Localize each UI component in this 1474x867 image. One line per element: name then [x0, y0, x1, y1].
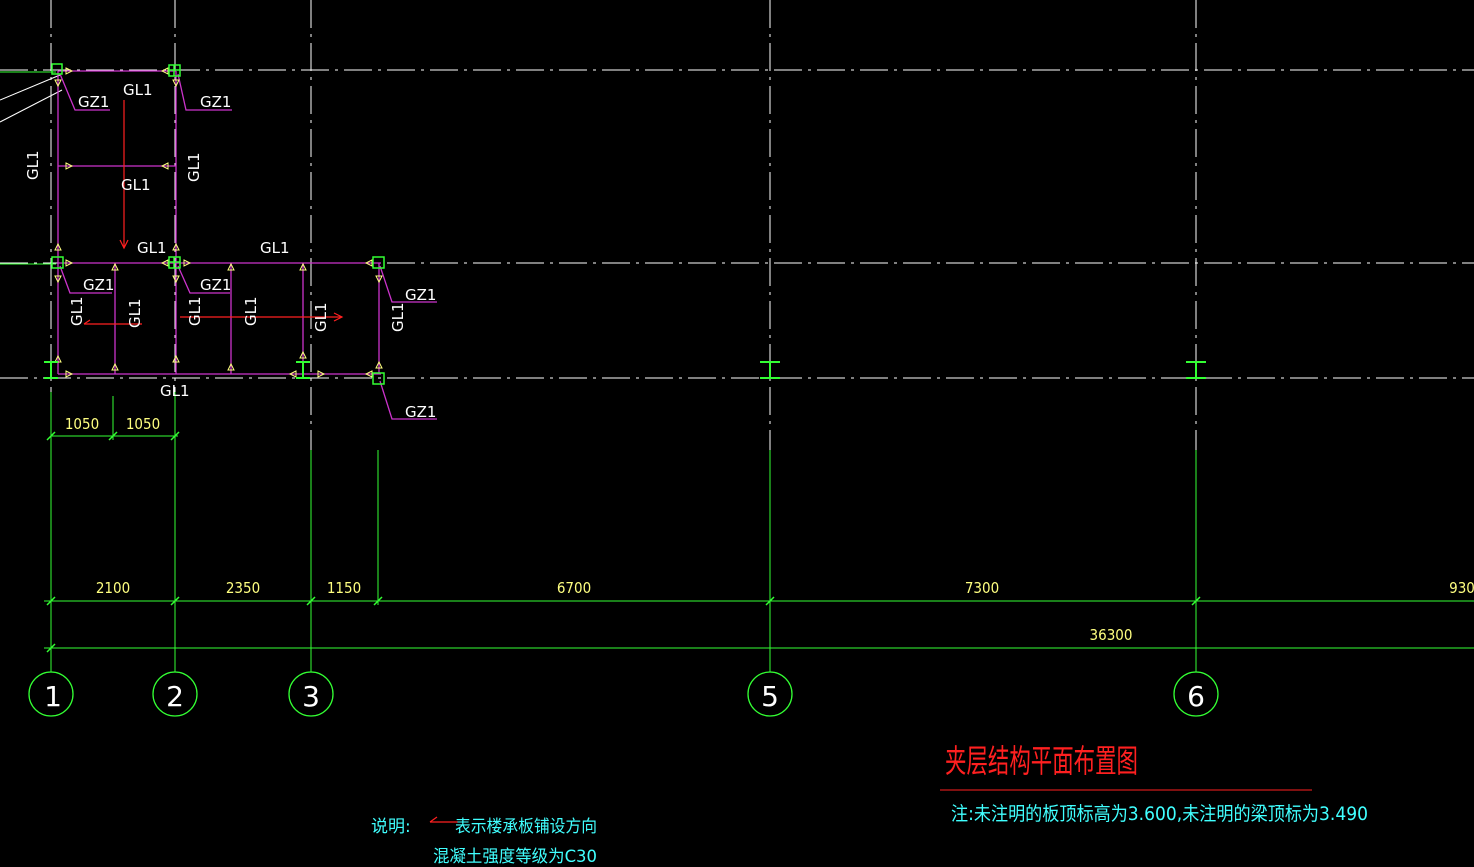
dim-span-text: 930	[1449, 579, 1474, 597]
beam-label-vertical: GL1	[24, 150, 42, 180]
dim-span-text: 2350	[226, 579, 260, 597]
axis-label-2: 2	[166, 680, 184, 713]
column-label: GZ1	[83, 276, 114, 294]
beam-label-vertical: GL1	[242, 296, 260, 326]
dim-total-text: 36300	[1090, 626, 1133, 644]
dimension-lines	[0, 71, 1474, 672]
dim-span-text: 2100	[96, 579, 130, 597]
column-label: GZ1	[405, 403, 436, 421]
dim-upper-text: 1050	[65, 415, 99, 433]
i-column-mark	[44, 361, 58, 379]
steel-column-marks	[44, 361, 1206, 379]
i-column-mark	[760, 361, 780, 379]
axis-bubbles	[28, 671, 1219, 717]
dim-span-text: 6700	[557, 579, 591, 597]
drawing-note: 注:未注明的板顶标高为3.600,未注明的梁顶标为3.490	[951, 803, 1368, 825]
beam-end-markers	[54, 67, 383, 378]
dim-span-text: 7300	[965, 579, 999, 597]
drawing-title: 夹层结构平面布置图	[945, 742, 1138, 780]
diagonal-leader	[0, 89, 63, 123]
deck-direction-arrows	[83, 100, 458, 823]
beam-label-vertical: GL1	[68, 296, 86, 326]
axis-label-6: 6	[1187, 680, 1205, 713]
beam-label: GL1	[121, 176, 151, 194]
beam-label: GL1	[123, 81, 153, 99]
beam-label-vertical: GL1	[186, 296, 204, 326]
legend-concrete-text: 混凝土强度等级为C30	[433, 847, 597, 867]
axis-label-1: 1	[44, 680, 62, 713]
i-column-mark	[1186, 361, 1206, 379]
beam-label: GL1	[160, 382, 190, 400]
beam-label-vertical: GL1	[126, 298, 144, 328]
axis-label-3: 3	[302, 680, 320, 713]
column-label: GZ1	[200, 276, 231, 294]
dim-ticks	[46, 431, 1201, 653]
legend-arrow-text: 表示楼承板铺设方向	[455, 817, 597, 837]
beam-label: GL1	[137, 239, 167, 257]
axis-label-5: 5	[761, 680, 779, 713]
column-label: GZ1	[405, 286, 436, 304]
i-column-mark	[296, 361, 310, 379]
beam-label: GL1	[260, 239, 290, 257]
beam-label-vertical: GL1	[389, 302, 407, 332]
cad-drawing-canvas: 1 2 3 5 6 1050 1050 2100 2350 1150 6700 …	[0, 0, 1474, 867]
column-label: GZ1	[78, 93, 109, 111]
beams	[57, 70, 437, 420]
column-label: GZ1	[200, 93, 231, 111]
dim-span-text: 1150	[327, 579, 361, 597]
dim-upper-text: 1050	[126, 415, 160, 433]
legend-label: 说明:	[371, 817, 411, 837]
beam-label-vertical: GL1	[312, 302, 330, 332]
columns	[51, 63, 385, 385]
beam-label-vertical: GL1	[185, 152, 203, 182]
legend-arrow-head	[429, 816, 438, 823]
